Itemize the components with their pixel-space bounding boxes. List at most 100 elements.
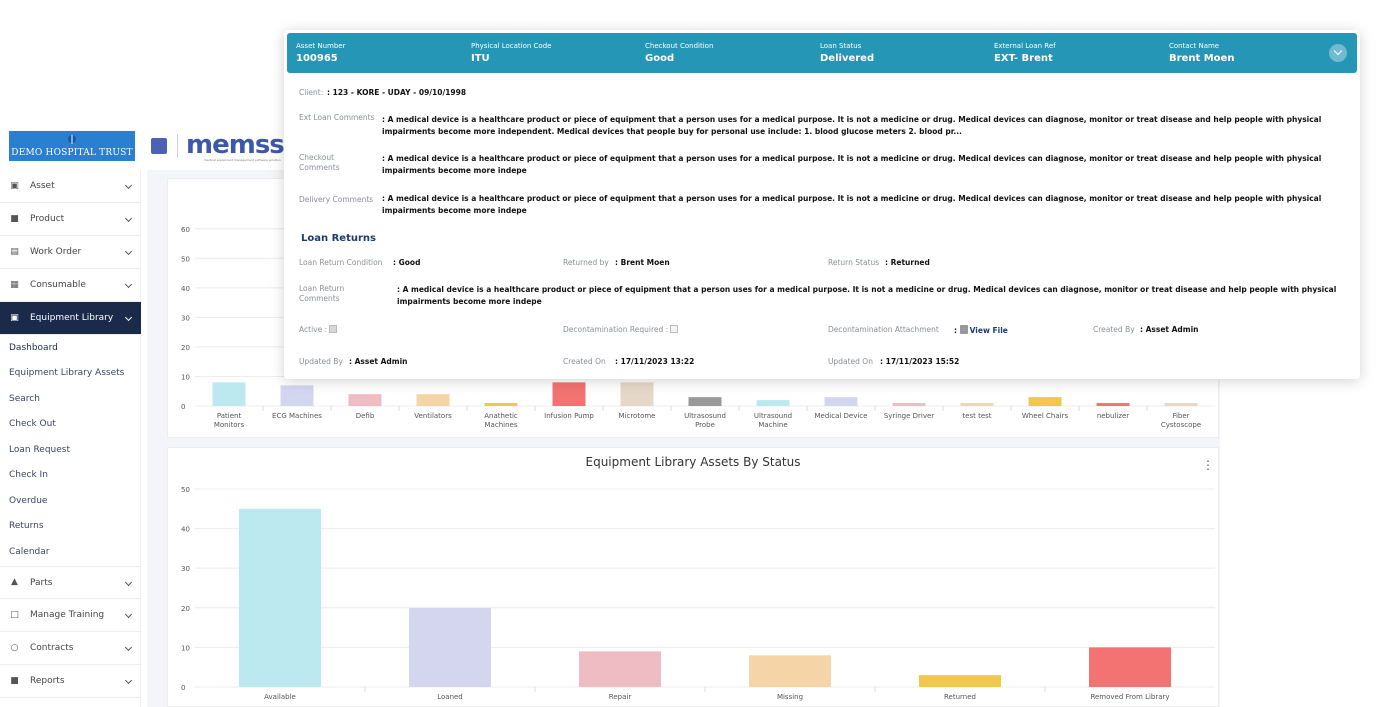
chevron-down-icon bbox=[124, 313, 133, 322]
chevron-down-icon bbox=[124, 214, 133, 223]
chevron-down-icon bbox=[124, 676, 133, 685]
field-value: EXT- Brent bbox=[994, 53, 1053, 64]
bar bbox=[688, 397, 722, 406]
x-tick-label: Ultrasound bbox=[754, 412, 792, 420]
ext-loan-comments-label: Ext Loan Comments bbox=[299, 113, 375, 122]
bar bbox=[1096, 403, 1130, 406]
field-value: Good bbox=[645, 53, 675, 64]
work-order-icon: ▤ bbox=[10, 246, 19, 257]
y-tick-label: 10 bbox=[181, 644, 190, 652]
x-tick-label: Loaned bbox=[437, 693, 463, 701]
x-tick-label: Infusion Pump bbox=[544, 412, 594, 420]
hospital-logo[interactable]: DEMO HOSPITAL TRUST bbox=[9, 131, 135, 161]
view-file-link[interactable]: View File bbox=[970, 326, 1008, 335]
bar bbox=[212, 382, 246, 406]
field-value: Brent Moen bbox=[1169, 53, 1235, 64]
sidebar-subitem-search[interactable]: Search bbox=[9, 394, 40, 404]
sidebar-item-equipment-library[interactable]: ▣ Equipment Library bbox=[0, 302, 141, 335]
chevron-down-icon bbox=[124, 181, 133, 190]
loan-detail-popup: Asset Number 100965 Physical Location Co… bbox=[284, 30, 1360, 379]
x-tick-label: ECG Machines bbox=[272, 412, 322, 420]
checkout-comments-label: Checkout Comments bbox=[299, 153, 340, 172]
x-tick-label: Repair bbox=[609, 693, 632, 701]
bar bbox=[416, 394, 450, 406]
bar bbox=[552, 382, 586, 406]
y-tick-label: 0 bbox=[181, 684, 185, 692]
x-tick-label: Removed From Library bbox=[1090, 693, 1169, 701]
sidebar-subitem-check-in[interactable]: Check In bbox=[9, 470, 48, 480]
y-tick-label: 10 bbox=[181, 373, 190, 381]
sidebar-item-work-order[interactable]: ▤ Work Order bbox=[0, 236, 141, 269]
client-label: Client: bbox=[299, 88, 324, 97]
sidebar-subitem-calendar[interactable]: Calendar bbox=[9, 547, 49, 557]
sidebar-item-reports[interactable]: ■ Reports bbox=[0, 665, 141, 698]
sidebar-item-manage-training[interactable]: □ Manage Training bbox=[0, 599, 141, 632]
x-tick-label: Medical Device bbox=[815, 412, 868, 420]
y-tick-label: 50 bbox=[181, 255, 190, 263]
bar bbox=[348, 394, 382, 406]
returned-by-label: Returned by bbox=[563, 258, 609, 267]
chevron-down-icon bbox=[124, 610, 133, 619]
sidebar-item-consumable[interactable]: ▦ Consumable bbox=[0, 269, 141, 302]
parts-icon: ▲ bbox=[11, 577, 18, 587]
x-tick-label: Syringe Driver bbox=[884, 412, 934, 420]
return-condition-value: : Good bbox=[393, 258, 421, 267]
memss-logo[interactable]: memss medical equipment management softw… bbox=[186, 130, 286, 164]
file-icon bbox=[959, 325, 968, 334]
bar bbox=[579, 651, 661, 687]
sidebar-subitem-returns[interactable]: Returns bbox=[9, 521, 44, 531]
asset-number-field: Asset Number 100965 bbox=[296, 42, 345, 64]
y-tick-label: 20 bbox=[181, 605, 190, 613]
updated-on-label: Updated On bbox=[828, 357, 873, 366]
x-tick-label: Fiber bbox=[1172, 412, 1189, 420]
bar bbox=[239, 508, 321, 687]
sidebar-item-parts[interactable]: ▲ Parts bbox=[0, 566, 141, 599]
location-code-field: Physical Location Code ITU bbox=[471, 42, 551, 64]
returned-by-value: : Brent Moen bbox=[615, 258, 670, 267]
menu-toggle-button[interactable] bbox=[151, 138, 167, 154]
updated-on-value: : 17/11/2023 15:52 bbox=[880, 357, 960, 366]
bar bbox=[919, 675, 1001, 687]
updated-by-label: Updated By bbox=[299, 357, 343, 366]
consumable-icon: ▦ bbox=[10, 279, 19, 290]
chart-title: Equipment Library Assets By Status bbox=[585, 455, 801, 469]
external-loan-ref-field: External Loan Ref EXT- Brent bbox=[994, 42, 1056, 64]
x-tick-label: Cystoscope bbox=[1161, 421, 1201, 429]
chevron-down-icon bbox=[124, 578, 133, 587]
sidebar-item-product[interactable]: ■ Product bbox=[0, 203, 141, 236]
delivery-comments-value: : A medical device is a healthcare produ… bbox=[382, 194, 1322, 215]
field-value: Delivered bbox=[820, 53, 875, 64]
memss-logo-text: memss bbox=[186, 130, 285, 160]
y-tick-label: 40 bbox=[181, 285, 190, 293]
sidebar-item-asset[interactable]: ▣ Asset bbox=[0, 170, 141, 203]
x-tick-label: Patient bbox=[217, 412, 242, 420]
bar bbox=[409, 607, 491, 687]
bar bbox=[280, 385, 314, 406]
field-value: ITU bbox=[471, 53, 490, 64]
sidebar-subitem-overdue[interactable]: Overdue bbox=[9, 496, 47, 506]
y-tick-label: 30 bbox=[181, 565, 190, 573]
sidebar-subitem-check-out[interactable]: Check Out bbox=[9, 419, 56, 429]
asset-icon: ▣ bbox=[10, 180, 19, 191]
loan-returns-heading: Loan Returns bbox=[301, 233, 376, 244]
y-tick-label: 30 bbox=[181, 314, 190, 322]
x-tick-label: Available bbox=[264, 693, 296, 701]
field-label: Loan Status bbox=[820, 42, 862, 50]
sidebar-subitem-equipment-library-assets[interactable]: Equipment Library Assets bbox=[9, 368, 124, 378]
chart-menu-icon[interactable]: ⋮ bbox=[1202, 458, 1214, 472]
sidebar-item-contracts[interactable]: ○ Contracts bbox=[0, 632, 141, 665]
sidebar-item-label: Asset bbox=[30, 181, 55, 191]
checkout-comments-value: : A medical device is a healthcare produ… bbox=[382, 154, 1322, 175]
loan-status-field: Loan Status Delivered bbox=[820, 42, 874, 64]
x-tick-label: Defib bbox=[356, 412, 375, 420]
updated-by-value: : Asset Admin bbox=[349, 357, 408, 366]
loan-summary-header: Asset Number 100965 Physical Location Co… bbox=[287, 33, 1357, 73]
x-tick-label: test test bbox=[962, 412, 991, 420]
contracts-icon: ○ bbox=[10, 642, 19, 653]
decon-attachment-value: : View File bbox=[954, 325, 1008, 337]
collapse-toggle-button[interactable] bbox=[1329, 44, 1347, 62]
sidebar-subitem-dashboard[interactable]: Dashboard bbox=[9, 343, 58, 353]
active-checkbox[interactable] bbox=[329, 325, 338, 333]
sidebar-subitem-loan-request[interactable]: Loan Request bbox=[9, 445, 70, 455]
decon-required-checkbox[interactable] bbox=[670, 325, 679, 333]
